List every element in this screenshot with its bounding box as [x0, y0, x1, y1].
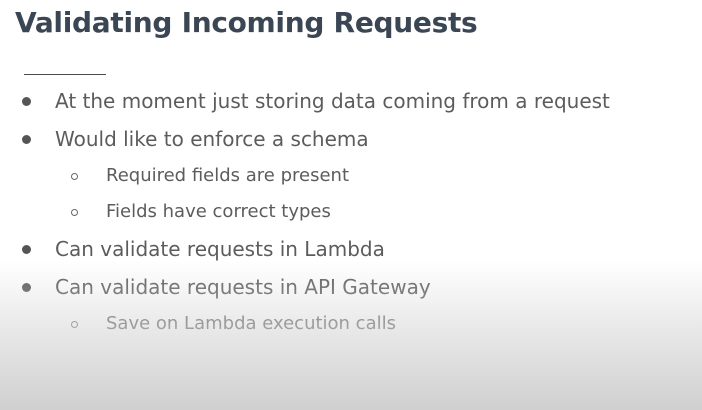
hollow-bullet-icon — [71, 173, 78, 180]
bullet-text: Can validate requests in API Gateway — [55, 275, 431, 299]
hollow-bullet-icon — [71, 321, 78, 328]
bullet-item: At the moment just storing data coming f… — [22, 89, 610, 113]
filled-bullet-icon — [22, 245, 31, 254]
filled-bullet-icon — [22, 97, 31, 106]
slide: Validating Incoming Requests At the mome… — [0, 0, 702, 410]
bullet-text: Save on Lambda execution calls — [106, 313, 396, 334]
filled-bullet-icon — [22, 283, 31, 292]
bullet-item: Can validate requests in API Gateway — [22, 275, 431, 299]
slide-title: Validating Incoming Requests — [15, 6, 478, 39]
bullet-text: At the moment just storing data coming f… — [55, 89, 610, 113]
bullet-text: Can validate requests in Lambda — [55, 237, 385, 261]
filled-bullet-icon — [22, 135, 31, 144]
bullet-text: Required fields are present — [106, 165, 350, 186]
bullet-item: Can validate requests in Lambda — [22, 237, 385, 261]
bullet-text: Fields have correct types — [106, 201, 331, 222]
sub-bullet-item: Fields have correct types — [71, 201, 331, 222]
title-underline — [24, 74, 106, 75]
hollow-bullet-icon — [71, 209, 78, 216]
sub-bullet-item: Required fields are present — [71, 165, 350, 186]
bullet-text: Would like to enforce a schema — [55, 127, 369, 151]
bullet-item: Would like to enforce a schema — [22, 127, 369, 151]
sub-bullet-item: Save on Lambda execution calls — [71, 313, 396, 334]
